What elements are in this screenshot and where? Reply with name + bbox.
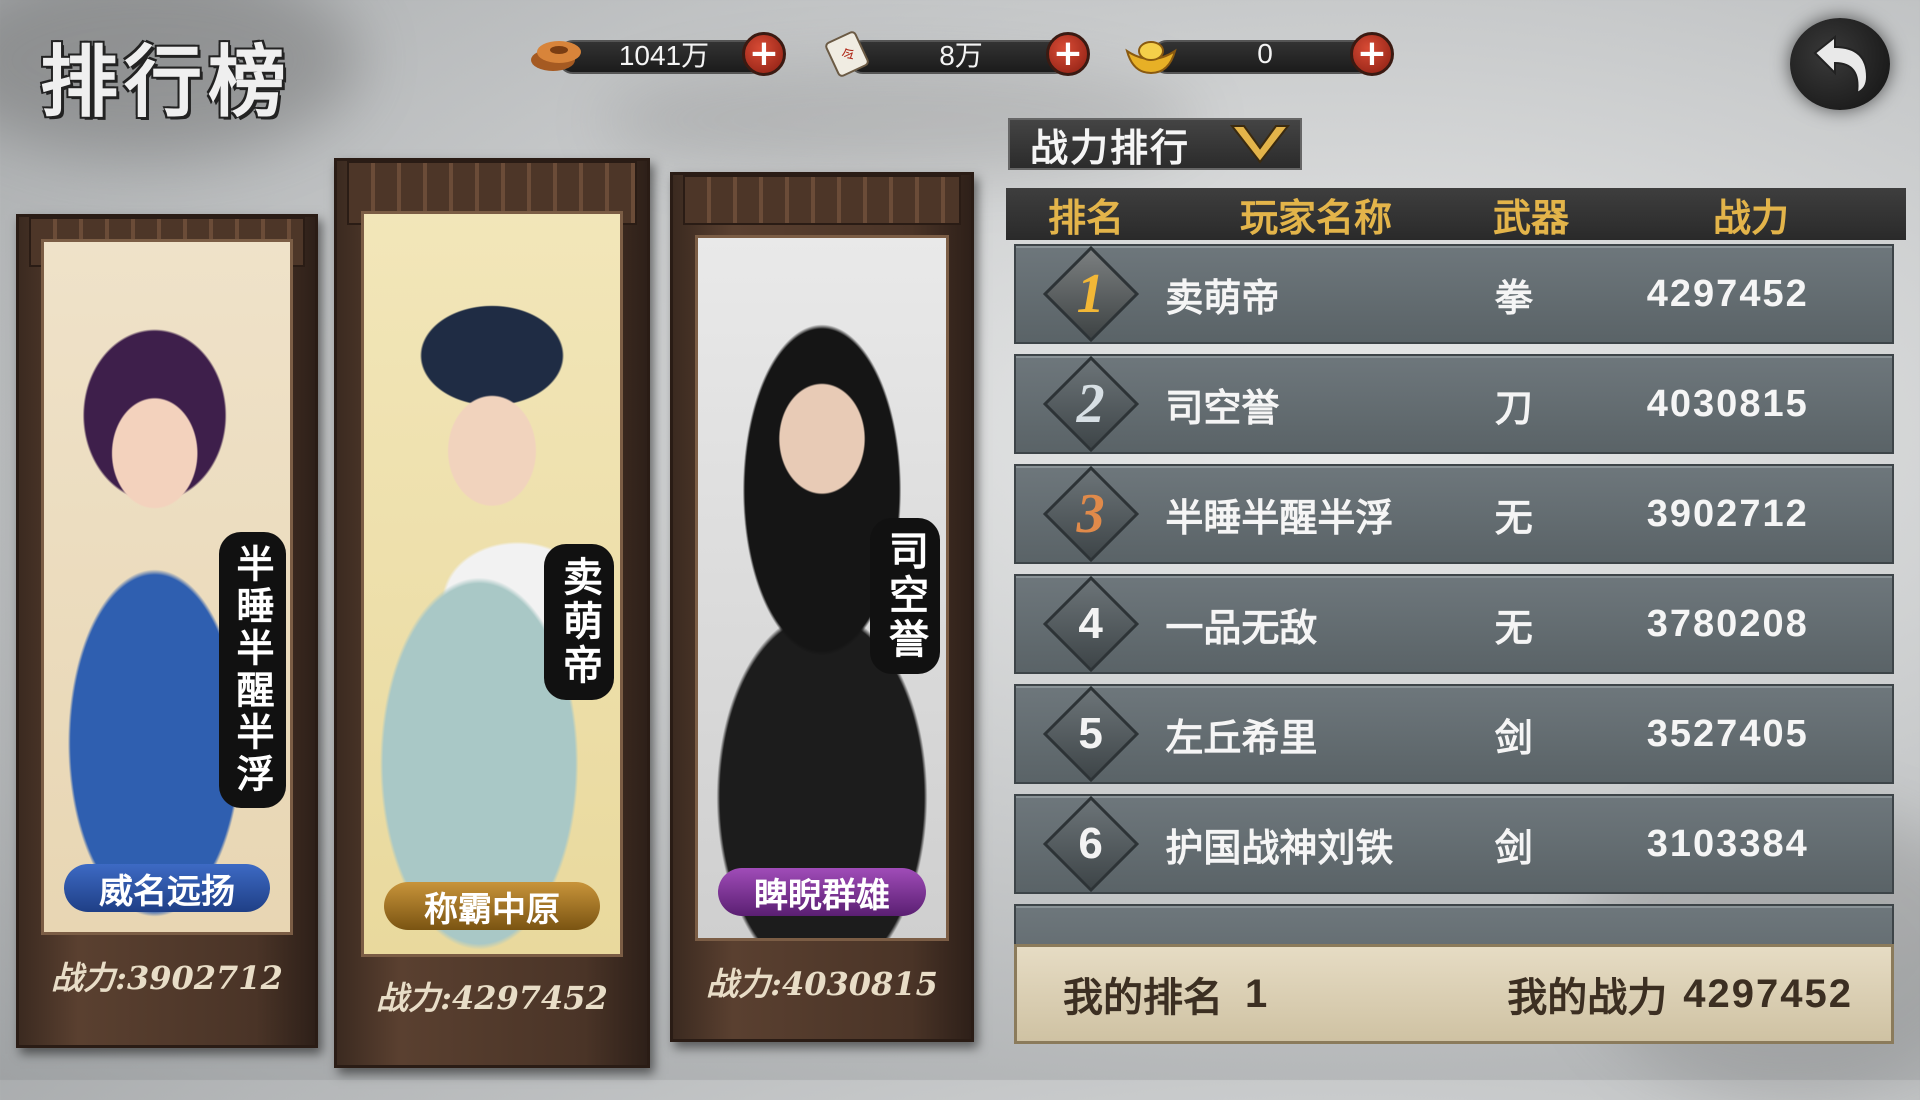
back-button[interactable] [1790, 18, 1890, 110]
podium-first-name: 卖萌帝 [544, 544, 614, 700]
player-name: 司空誉 [1165, 385, 1280, 430]
my-rank-bar: 我的排名 1 我的战力 4297452 [1014, 944, 1894, 1044]
header-player-name: 玩家名称 [1239, 195, 1392, 240]
header-power: 战力 [1712, 195, 1789, 240]
table-row[interactable]: 2 司空誉 刀 4030815 [1014, 354, 1894, 454]
my-rank-label: 我的排名 [1063, 975, 1223, 1021]
power-value: 4030815 [1646, 382, 1809, 425]
podium-third-power: 战力:3902712 [51, 959, 283, 997]
rank-number: 6 [1078, 819, 1103, 868]
podium-first-power: 战力:4297452 [376, 979, 608, 1017]
header-rank: 排名 [1047, 195, 1124, 240]
power-value: 3902712 [1646, 492, 1809, 535]
weapon: 剑 [1494, 825, 1533, 870]
token-icon: 令 [818, 30, 876, 78]
weapon: 无 [1494, 605, 1533, 650]
gold-ingot-icon [1122, 30, 1180, 78]
my-power-value: 4297452 [1683, 971, 1853, 1016]
podium-second[interactable]: 司空誉 睥睨群雄 战力:4030815 [670, 172, 974, 1042]
table-row-partial[interactable] [1014, 904, 1894, 944]
podium-first-title: 称霸中原 [384, 882, 600, 930]
token-value: 8万 [939, 40, 983, 71]
dropdown-label: 战力排行 [1030, 125, 1191, 170]
player-name: 一品无敌 [1165, 605, 1318, 650]
currency-tokens: 令 8万 + [818, 30, 1090, 78]
podium-second-name: 司空誉 [870, 518, 940, 674]
add-coins-button[interactable]: + [742, 32, 786, 76]
weapon: 刀 [1494, 385, 1533, 430]
add-gold-button[interactable]: + [1350, 32, 1394, 76]
power-value: 3527405 [1646, 712, 1809, 755]
gold-value: 0 [1257, 38, 1273, 69]
back-arrow-icon [1813, 34, 1869, 95]
table-row[interactable]: 3 半睡半醒半浮 无 3902712 [1014, 464, 1894, 564]
page-title: 排行榜 [40, 37, 293, 128]
rank-number: 4 [1078, 599, 1103, 648]
weapon: 剑 [1494, 715, 1533, 760]
player-name: 半睡半醒半浮 [1165, 495, 1394, 540]
podium-third-title: 威名远扬 [64, 864, 270, 912]
rank-number: 3 [1076, 483, 1105, 545]
table-row[interactable]: 5 左丘希里 剑 3527405 [1014, 684, 1894, 784]
power-value: 3780208 [1646, 602, 1809, 645]
ranking-type-dropdown[interactable]: 战力排行 [1008, 118, 1302, 170]
header-weapon: 武器 [1492, 195, 1569, 240]
player-name: 护国战神刘铁 [1165, 825, 1394, 870]
podium-third[interactable]: 半睡半醒半浮 威名远扬 战力:3902712 [16, 214, 318, 1048]
podium-first[interactable]: 卖萌帝 称霸中原 战力:4297452 [334, 158, 650, 1068]
weapon: 无 [1494, 495, 1533, 540]
table-row[interactable]: 1 卖萌帝 拳 4297452 [1014, 244, 1894, 344]
currency-coins: 1041万 + [528, 30, 786, 78]
power-value: 3103384 [1646, 822, 1809, 865]
table-row[interactable]: 6 护国战神刘铁 剑 3103384 [1014, 794, 1894, 894]
weapon: 拳 [1494, 275, 1533, 320]
rank-number: 2 [1076, 373, 1105, 435]
coin-value: 1041万 [618, 40, 710, 71]
power-value: 4297452 [1646, 272, 1809, 315]
ranking-list[interactable]: 1 卖萌帝 拳 4297452 2 司空誉 刀 4030815 3 半睡半醒半浮… [1014, 244, 1894, 944]
my-rank-value: 1 [1245, 971, 1268, 1016]
chevron-down-icon [1229, 125, 1291, 164]
my-power-label: 我的战力 [1507, 975, 1668, 1021]
podium-third-name: 半睡半醒半浮 [219, 532, 286, 808]
podium-second-power: 战力:4030815 [706, 965, 938, 1003]
rank-number: 1 [1076, 263, 1105, 325]
player-name: 卖萌帝 [1165, 275, 1280, 320]
table-row[interactable]: 4 一品无敌 无 3780208 [1014, 574, 1894, 674]
ranking-table-header: 排名 玩家名称 武器 战力 [1006, 188, 1906, 240]
currency-gold: 0 + [1122, 30, 1394, 78]
player-name: 左丘希里 [1165, 715, 1318, 760]
coin-icon [528, 30, 586, 78]
rank-number: 5 [1078, 709, 1103, 758]
podium-second-title: 睥睨群雄 [718, 868, 926, 916]
add-tokens-button[interactable]: + [1046, 32, 1090, 76]
